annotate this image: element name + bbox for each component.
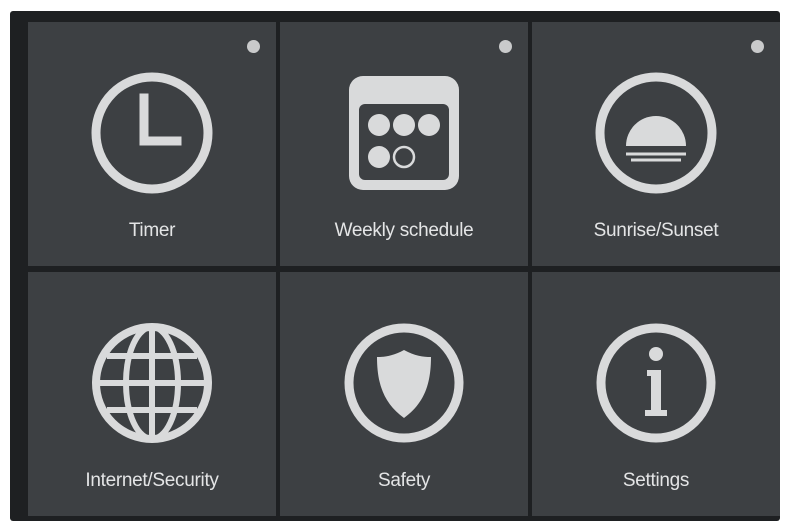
tile-label: Internet/Security: [85, 470, 219, 491]
status-dot: [499, 40, 512, 53]
tile-sunrise-sunset[interactable]: Sunrise/Sunset: [532, 22, 780, 266]
tile-label: Timer: [128, 220, 176, 241]
info-icon: [593, 320, 719, 446]
status-dot: [751, 40, 764, 53]
tile-label: Settings: [622, 470, 690, 491]
tile-timer[interactable]: Timer: [28, 22, 276, 266]
tile-weekly-schedule[interactable]: Weekly schedule: [280, 22, 528, 266]
shield-icon: [341, 320, 467, 446]
tile-settings[interactable]: Settings: [532, 272, 780, 516]
globe-icon: [89, 320, 215, 446]
tile-label: Safety: [377, 470, 431, 491]
tile-internet-security[interactable]: Internet/Security: [28, 272, 276, 516]
menu-grid: Timer Weekly schedule Sunrise/Sunset Int…: [28, 22, 780, 516]
tile-label: Sunrise/Sunset: [593, 220, 719, 241]
calendar-icon: [341, 70, 467, 196]
clock-icon: [89, 70, 215, 196]
status-dot: [247, 40, 260, 53]
tile-safety[interactable]: Safety: [280, 272, 528, 516]
sunrise-icon: [593, 70, 719, 196]
tile-label: Weekly schedule: [334, 220, 474, 241]
